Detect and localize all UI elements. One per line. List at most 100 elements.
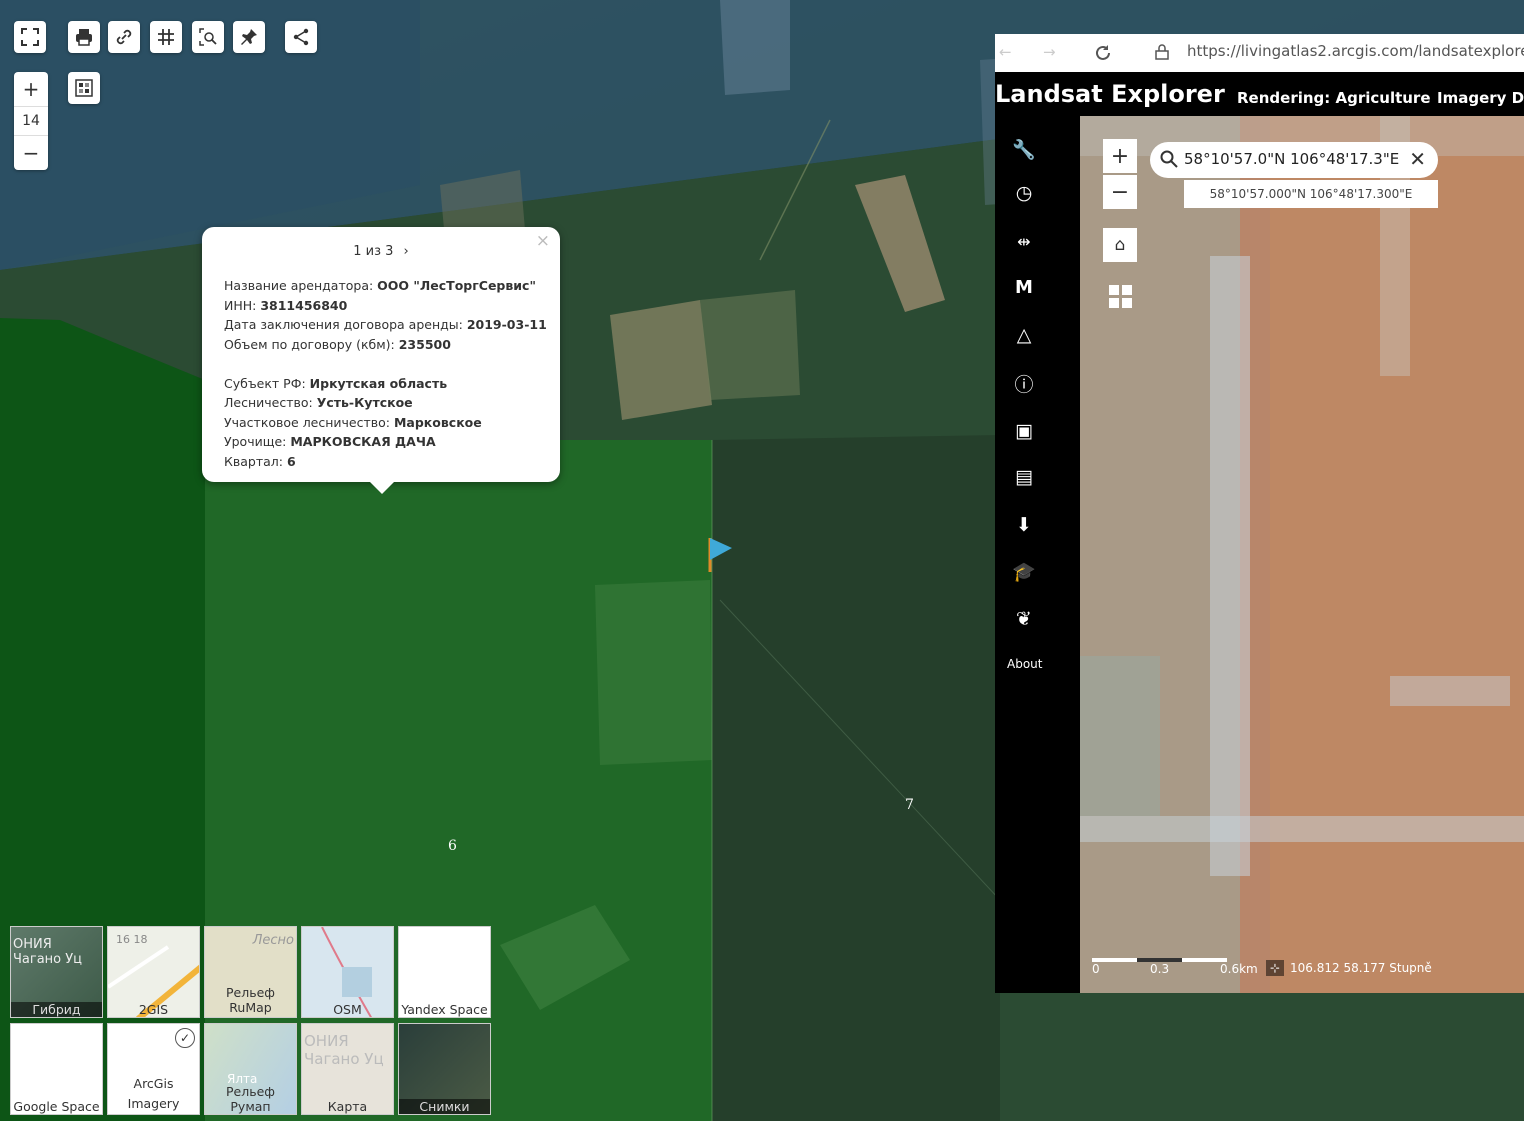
basemap-osm[interactable]: OSM	[301, 926, 394, 1018]
scale-label: 0.6km	[1220, 962, 1258, 976]
basemap-label: Снимки	[399, 1099, 490, 1114]
basemap-label: Карта	[327, 1099, 368, 1114]
basemap-satellite[interactable]: Снимки	[398, 1023, 491, 1115]
tile-preview-text: 16 18	[116, 933, 148, 946]
triangle-icon[interactable]: △	[1009, 320, 1039, 350]
basemap-label: OSM	[333, 1002, 362, 1017]
save-icon[interactable]: ▤	[1009, 462, 1039, 492]
zoom-search-button[interactable]	[192, 21, 224, 53]
search-input[interactable]: 58°10'57.0"N 106°48'17.3"E	[1184, 150, 1399, 168]
attr-label: Название арендатора:	[224, 278, 378, 293]
attr-tenant: Название арендатора: ООО "ЛесТоргСервис"	[224, 276, 547, 296]
forward-button[interactable]: →	[1043, 43, 1056, 61]
grid-button[interactable]	[150, 21, 182, 53]
attr-label: ИНН:	[224, 297, 261, 313]
imagery-date-menu[interactable]: Imagery Da	[1437, 89, 1524, 107]
attr-tract: Урочище: МАРКОВСКАЯ ДАЧА	[224, 432, 547, 452]
basemap-gallery-icon[interactable]	[1108, 284, 1134, 310]
attr-value: МАРКОВСКАЯ ДАЧА	[290, 434, 436, 449]
landsat-map[interactable]: + − ⌂ 58°10'57.0"N 106°48'17.3"E ✕ 58°10…	[1080, 116, 1524, 993]
clear-search-icon[interactable]: ✕	[1409, 147, 1426, 171]
popup-attributes: Название арендатора: ООО "ЛесТоргСервис"…	[224, 276, 547, 471]
attr-label: Урочище:	[224, 434, 291, 449]
basemap-label: Yandex Space	[401, 1002, 488, 1017]
feature-popup: × 1 из 3 › Название арендатора: ООО "Лес…	[202, 227, 560, 494]
zoom-in-button[interactable]: +	[14, 72, 48, 106]
popup-pager-text: 1 из 3	[353, 244, 394, 259]
grid-icon	[158, 29, 174, 45]
attr-inn: ИНН: 3811456840	[224, 296, 547, 316]
about-link[interactable]: About	[1007, 657, 1042, 671]
attr-value: 3811456840	[260, 297, 348, 313]
share-button[interactable]	[285, 21, 317, 53]
coordinate-icon: ⊹	[1266, 960, 1285, 976]
print-button[interactable]	[68, 21, 100, 53]
attr-region: Субъект РФ: Иркутская область	[224, 374, 547, 394]
attr-value: Иркутская область	[309, 375, 448, 391]
scale-bar: 0 0.3 0.6km ⊹ 106.812 58.177 Stupně	[1080, 954, 1524, 980]
basemap-label: Гибрид	[11, 1002, 102, 1017]
browser-address-bar: ← → https://livingatlas2.arcgis.com/land…	[995, 34, 1524, 72]
zoom-out-button[interactable]: −	[14, 136, 48, 170]
basemap-relief-rumap-alt[interactable]: Ялта Рельеф Румап	[204, 1023, 297, 1115]
lx-zoom-out[interactable]: −	[1103, 175, 1137, 209]
wrench-icon[interactable]: 🔧	[1009, 134, 1039, 164]
layers-button[interactable]	[68, 72, 100, 104]
attr-value: Усть-Кутское	[316, 395, 413, 410]
rendering-menu[interactable]: Rendering: Agriculture	[1237, 89, 1431, 107]
zoom-control: + 14 −	[14, 72, 48, 170]
attr-contract-date: Дата заключения договора аренды: 2019-03…	[224, 315, 547, 335]
url-field[interactable]: https://livingatlas2.arcgis.com/landsate…	[1187, 42, 1524, 60]
attr-label: Лесничество:	[224, 395, 317, 410]
basemap-yandex-space[interactable]: Yandex Space	[398, 926, 491, 1018]
search-icon	[1160, 150, 1178, 168]
attr-volume: Объем по договору (кбм): 235500	[224, 335, 547, 355]
basemap-hybrid[interactable]: ОНИЯ Чагано Уц Гибрид	[10, 926, 103, 1018]
swipe-icon[interactable]: ⇹	[1009, 226, 1039, 256]
zoom-search-icon	[199, 28, 217, 46]
landsat-explorer-window: ← → https://livingatlas2.arcgis.com/land…	[995, 34, 1524, 993]
attr-label: Участковое лесничество:	[224, 414, 394, 430]
quarter-label: 6	[448, 838, 457, 854]
share-icon	[293, 28, 309, 46]
graduation-cap-icon[interactable]: 🎓	[1009, 556, 1039, 586]
link-button[interactable]	[108, 21, 140, 53]
zoom-level: 14	[14, 106, 48, 136]
reload-icon[interactable]	[1093, 43, 1113, 63]
basemap-label: 2GIS	[138, 1002, 169, 1017]
lx-zoom-in[interactable]: +	[1103, 139, 1137, 173]
tile-preview-text: ОНИЯ Чагано Уц	[304, 1032, 384, 1068]
home-icon[interactable]: ⌂	[1103, 228, 1137, 262]
search-suggestion[interactable]: 58°10'57.000"N 106°48'17.300"E	[1184, 180, 1438, 208]
basemap-switcher: ОНИЯ Чагано Уц Гибрид 16 18 2GIS Лесно Р…	[10, 926, 494, 1118]
attr-label: Дата заключения договора аренды:	[224, 317, 467, 332]
search-box[interactable]: 58°10'57.0"N 106°48'17.3"E ✕	[1150, 142, 1438, 178]
attr-label: Объем по договору (кбм):	[224, 336, 399, 352]
info-icon[interactable]: ⓘ	[1009, 368, 1039, 398]
popup-pager: 1 из 3 ›	[202, 244, 560, 259]
fullscreen-icon	[21, 28, 39, 46]
basemap-relief-rumap[interactable]: Лесно Рельеф RuMap	[204, 926, 297, 1018]
basemap-map[interactable]: ОНИЯ Чагано Уц Карта	[301, 1023, 394, 1115]
clock-icon[interactable]: ◷	[1009, 178, 1039, 208]
basemap-label: ArcGis Imagery	[127, 1076, 180, 1111]
attr-value: 6	[286, 453, 296, 469]
download-icon[interactable]: ⬇	[1009, 510, 1039, 540]
pin-button[interactable]	[233, 21, 265, 53]
lock-icon	[1155, 44, 1169, 60]
attr-label: Субъект РФ:	[224, 375, 310, 391]
fullscreen-button[interactable]	[14, 21, 46, 53]
back-button[interactable]: ←	[999, 43, 1012, 61]
landsat-sidebar: 🔧 ◷ ⇹ M △ ⓘ ▣ ▤ ⬇ 🎓 ❦ About	[995, 116, 1079, 993]
popup-next-button[interactable]: ›	[404, 244, 409, 259]
m-icon[interactable]: M	[1009, 272, 1039, 302]
basemap-arcgis-imagery[interactable]: ✓ ArcGis Imagery	[107, 1023, 200, 1115]
bookmark-add-icon[interactable]: ▣	[1009, 416, 1039, 446]
basemap-google-space[interactable]: Google Space	[10, 1023, 103, 1115]
basemap-2gis[interactable]: 16 18 2GIS	[107, 926, 200, 1018]
leaf-icon[interactable]: ❦	[1009, 604, 1039, 634]
scale-label: 0	[1092, 962, 1100, 976]
scale-label: 0.3	[1150, 962, 1170, 976]
selected-check-icon: ✓	[175, 1028, 195, 1048]
basemap-label: Рельеф RuMap	[226, 985, 275, 1015]
